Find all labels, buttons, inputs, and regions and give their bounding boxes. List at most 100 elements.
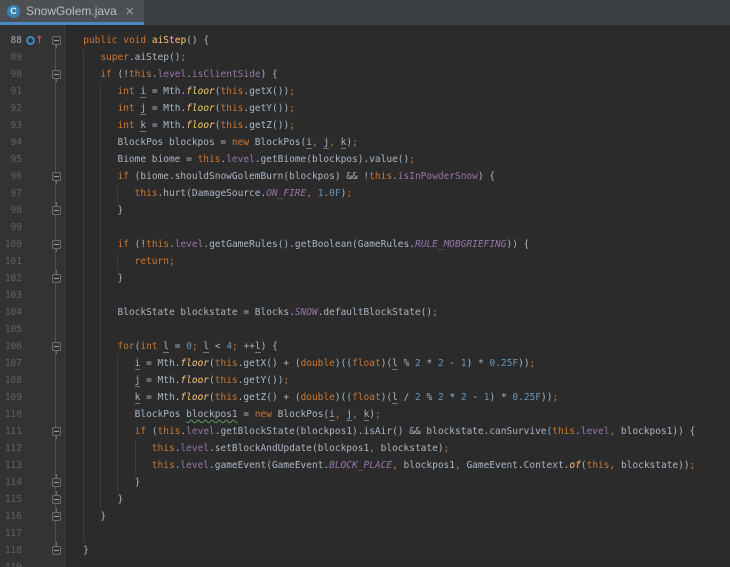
code-text: BlockState blockstate = Blocks.SNOW.defa… (64, 304, 730, 321)
code-line[interactable]: 97 this.hurt(DamageSource.ON_FIRE, 1.0F)… (0, 185, 730, 202)
code-text (64, 321, 730, 338)
code-line[interactable]: 118 } (0, 542, 730, 559)
line-number[interactable]: 97 (0, 185, 22, 202)
line-number[interactable]: 110 (0, 406, 22, 423)
line-number[interactable]: 89 (0, 49, 22, 66)
fold-marker-end[interactable] (52, 274, 61, 283)
code-line[interactable]: 101 return; (0, 253, 730, 270)
code-line[interactable]: 115 } (0, 491, 730, 508)
code-text: k = Mth.floor(this.getZ() + (double)((fl… (64, 389, 730, 406)
line-number[interactable]: 107 (0, 355, 22, 372)
fold-column (48, 406, 64, 423)
code-line[interactable]: 93 int k = Mth.floor(this.getZ()); (0, 117, 730, 134)
line-number[interactable]: 99 (0, 219, 22, 236)
line-number[interactable]: 96 (0, 168, 22, 185)
editor-lines: 88↑ public void aiStep() {89 super.aiSte… (0, 32, 730, 567)
gutter-icon-slot (22, 525, 48, 542)
line-number[interactable]: 93 (0, 117, 22, 134)
fold-marker-end[interactable] (52, 495, 61, 504)
gutter-icon-slot (22, 151, 48, 168)
line-number[interactable]: 117 (0, 525, 22, 542)
code-line[interactable]: 96 if (biome.shouldSnowGolemBurn(blockpo… (0, 168, 730, 185)
line-number[interactable]: 119 (0, 559, 22, 567)
tab-snowgolem-java[interactable]: C SnowGolem.java × (0, 0, 144, 25)
override-circle-icon (26, 36, 35, 45)
code-line[interactable]: 113 this.level.gameEvent(GameEvent.BLOCK… (0, 457, 730, 474)
code-line[interactable]: 88↑ public void aiStep() { (0, 32, 730, 49)
gutter-icon-slot (22, 559, 48, 567)
code-line[interactable]: 89 super.aiStep(); (0, 49, 730, 66)
code-line[interactable]: 91 int i = Mth.floor(this.getX()); (0, 83, 730, 100)
gutter-icon-slot (22, 66, 48, 83)
line-number[interactable]: 88 (0, 32, 22, 49)
code-text: if (this.level.getBlockState(blockpos1).… (64, 423, 730, 440)
code-line[interactable]: 95 Biome biome = this.level.getBiome(blo… (0, 151, 730, 168)
fold-marker-start[interactable] (52, 36, 61, 45)
code-line[interactable]: 92 int j = Mth.floor(this.getY()); (0, 100, 730, 117)
line-number[interactable]: 108 (0, 372, 22, 389)
line-number[interactable]: 112 (0, 440, 22, 457)
code-line[interactable]: 106 for(int l = 0; l < 4; ++l) { (0, 338, 730, 355)
code-line[interactable]: 112 this.level.setBlockAndUpdate(blockpo… (0, 440, 730, 457)
gutter-icon-slot (22, 100, 48, 117)
line-number[interactable]: 116 (0, 508, 22, 525)
code-line[interactable]: 117 (0, 525, 730, 542)
fold-marker-end[interactable] (52, 512, 61, 521)
line-number[interactable]: 106 (0, 338, 22, 355)
code-line[interactable]: 108 j = Mth.floor(this.getY()); (0, 372, 730, 389)
code-line[interactable]: 111 if (this.level.getBlockState(blockpo… (0, 423, 730, 440)
line-number[interactable]: 109 (0, 389, 22, 406)
fold-marker-start[interactable] (52, 342, 61, 351)
code-line[interactable]: 94 BlockPos blockpos = new BlockPos(i, j… (0, 134, 730, 151)
code-line[interactable]: 109 k = Mth.floor(this.getZ() + (double)… (0, 389, 730, 406)
code-editor[interactable]: 88↑ public void aiStep() {89 super.aiSte… (0, 25, 730, 567)
close-tab-icon[interactable]: × (125, 5, 135, 17)
code-line[interactable]: 100 if (!this.level.getGameRules().getBo… (0, 236, 730, 253)
fold-column (48, 134, 64, 151)
line-number[interactable]: 102 (0, 270, 22, 287)
fold-marker-end[interactable] (52, 206, 61, 215)
code-line[interactable]: 116 } (0, 508, 730, 525)
fold-marker-start[interactable] (52, 70, 61, 79)
code-line[interactable]: 114 } (0, 474, 730, 491)
code-text: BlockPos blockpos1 = new BlockPos(i, j, … (64, 406, 730, 423)
fold-marker-start[interactable] (52, 240, 61, 249)
code-line[interactable]: 104 BlockState blockstate = Blocks.SNOW.… (0, 304, 730, 321)
code-line[interactable]: 90 if (!this.level.isClientSide) { (0, 66, 730, 83)
code-line[interactable]: 99 (0, 219, 730, 236)
fold-column (48, 559, 64, 567)
line-number[interactable]: 105 (0, 321, 22, 338)
code-line[interactable]: 103 (0, 287, 730, 304)
line-number[interactable]: 98 (0, 202, 22, 219)
fold-marker-end[interactable] (52, 478, 61, 487)
line-number[interactable]: 118 (0, 542, 22, 559)
line-number[interactable]: 90 (0, 66, 22, 83)
code-text: if (!this.level.getGameRules().getBoolea… (64, 236, 730, 253)
code-line[interactable]: 110 BlockPos blockpos1 = new BlockPos(i,… (0, 406, 730, 423)
line-number[interactable]: 100 (0, 236, 22, 253)
code-text: } (64, 542, 730, 559)
fold-marker-end[interactable] (52, 546, 61, 555)
fold-column (48, 66, 64, 83)
line-number[interactable]: 92 (0, 100, 22, 117)
code-line[interactable]: 107 i = Mth.floor(this.getX() + (double)… (0, 355, 730, 372)
code-line[interactable]: 102 } (0, 270, 730, 287)
line-number[interactable]: 101 (0, 253, 22, 270)
code-line[interactable]: 98 } (0, 202, 730, 219)
line-number[interactable]: 113 (0, 457, 22, 474)
line-number[interactable]: 111 (0, 423, 22, 440)
line-number[interactable]: 91 (0, 83, 22, 100)
code-line[interactable]: 105 (0, 321, 730, 338)
line-number[interactable]: 95 (0, 151, 22, 168)
fold-marker-start[interactable] (52, 427, 61, 436)
gutter-icon-slot (22, 270, 48, 287)
override-method-icon[interactable]: ↑ (22, 32, 48, 49)
line-number[interactable]: 104 (0, 304, 22, 321)
fold-marker-start[interactable] (52, 172, 61, 181)
line-number[interactable]: 115 (0, 491, 22, 508)
line-number[interactable]: 114 (0, 474, 22, 491)
code-line[interactable]: 119 (0, 559, 730, 567)
gutter-icon-slot (22, 287, 48, 304)
line-number[interactable]: 94 (0, 134, 22, 151)
line-number[interactable]: 103 (0, 287, 22, 304)
